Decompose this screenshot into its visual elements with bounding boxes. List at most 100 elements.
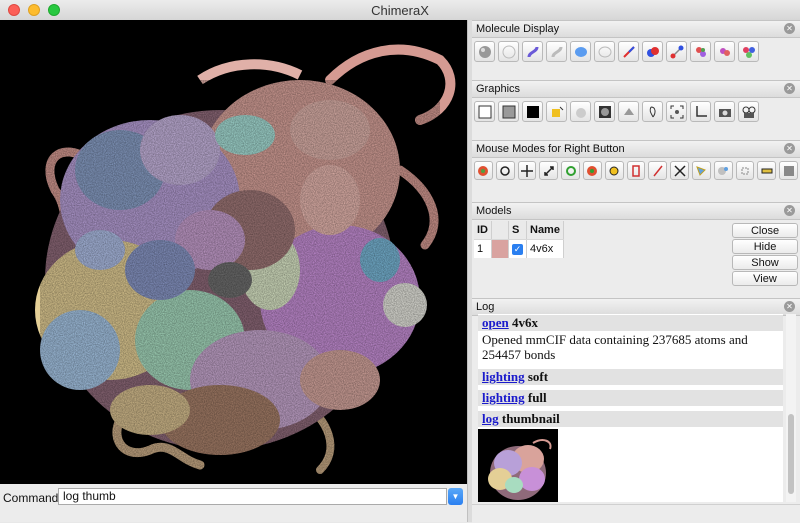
- snapshot-icon[interactable]: [714, 101, 735, 122]
- log-command-link[interactable]: open: [482, 315, 509, 330]
- log-command-link[interactable]: lighting: [482, 390, 525, 405]
- move-label-icon[interactable]: [670, 161, 689, 180]
- hide-surface-icon[interactable]: [594, 41, 615, 62]
- clip-icon[interactable]: [757, 161, 777, 180]
- tug-icon[interactable]: [713, 161, 733, 180]
- model-shown-checkbox[interactable]: ✓: [508, 239, 527, 258]
- hide-model-button[interactable]: Hide: [732, 239, 798, 254]
- pivot-icon[interactable]: [604, 161, 624, 180]
- models-panel: Models ✕ ID S Name 1 ✓ 4v6x Close Hide S…: [472, 202, 800, 298]
- soft-lighting-icon[interactable]: [570, 101, 591, 122]
- status-strip: [472, 504, 800, 523]
- panel-title: Graphics: [476, 83, 521, 95]
- rainbow-icon[interactable]: [738, 41, 759, 62]
- color-by-chain-icon[interactable]: [690, 41, 711, 62]
- panel-title: Molecule Display: [476, 23, 560, 35]
- panel-header: Graphics ✕: [472, 80, 800, 98]
- scrollbar-thumb[interactable]: [788, 414, 794, 494]
- atoms-icon[interactable]: [474, 41, 495, 62]
- table-header: ID S Name: [474, 221, 564, 240]
- color-by-polymer-icon[interactable]: [714, 41, 735, 62]
- panel-header: Mouse Modes for Right Button ✕: [472, 140, 800, 158]
- log-command-link[interactable]: log: [482, 411, 499, 426]
- model-color-swatch[interactable]: [491, 239, 509, 258]
- rotate-selected-icon[interactable]: [582, 161, 602, 180]
- close-icon[interactable]: ✕: [784, 23, 795, 34]
- graphics-viewer[interactable]: [0, 20, 467, 484]
- close-icon[interactable]: ✕: [784, 143, 795, 154]
- model-name: 4v6x: [526, 239, 564, 258]
- full-lighting-icon[interactable]: [594, 101, 615, 122]
- command-input[interactable]: log thumb: [58, 488, 447, 505]
- zone-icon[interactable]: [735, 161, 755, 180]
- title-bar: ChimeraX: [0, 0, 800, 21]
- zoom-icon[interactable]: [539, 161, 559, 180]
- window-title: ChimeraX: [371, 3, 429, 18]
- close-icon[interactable]: ✕: [784, 205, 795, 216]
- toolbar-graphics: [472, 98, 800, 122]
- log-command-arg: soft: [527, 369, 549, 384]
- distance-icon[interactable]: [626, 161, 646, 180]
- translate-selected-icon[interactable]: [561, 161, 580, 180]
- translate-icon[interactable]: [517, 161, 537, 180]
- log-command: open 4v6x: [478, 315, 783, 331]
- panel-title: Log: [476, 301, 495, 313]
- log-command: log thumbnail: [478, 411, 783, 427]
- panel-title: Mouse Modes for Right Button: [476, 143, 625, 155]
- select-icon[interactable]: [474, 161, 493, 180]
- panel-header: Models ✕: [472, 202, 800, 220]
- close-icon[interactable]: ✕: [784, 83, 795, 94]
- panel-title: Models: [476, 205, 512, 217]
- mouse-modes-panel: Mouse Modes for Right Button ✕: [472, 140, 800, 202]
- log-output: Opened mmCIF data containing 237685 atom…: [482, 332, 748, 362]
- surface-icon[interactable]: [570, 41, 591, 62]
- ribosome-model: [35, 44, 456, 480]
- model-id: 1: [474, 239, 492, 258]
- stick-icon[interactable]: [618, 41, 639, 62]
- hide-cartoon-icon[interactable]: [546, 41, 567, 62]
- show-model-button[interactable]: Show: [732, 255, 798, 270]
- log-scrollbar[interactable]: [786, 314, 796, 502]
- molecule-rendering: [35, 44, 456, 480]
- view-all-icon[interactable]: [666, 101, 687, 122]
- command-history-button[interactable]: ▼: [448, 488, 463, 505]
- log-command-arg: full: [527, 390, 547, 405]
- models-table: ID S Name 1 ✓ 4v6x: [474, 221, 564, 258]
- log-command-arg: thumbnail: [501, 411, 560, 426]
- swapaa-icon[interactable]: [691, 161, 711, 180]
- checkmark-icon: ✓: [512, 244, 523, 255]
- log-command-link[interactable]: lighting: [482, 369, 525, 384]
- toolbar-mouse-modes: [472, 158, 800, 180]
- log-command: lighting full: [478, 390, 783, 406]
- white-background-icon[interactable]: [474, 101, 495, 122]
- spin-movie-icon[interactable]: [738, 101, 759, 122]
- orient-icon[interactable]: [690, 101, 711, 122]
- panel-header: Molecule Display ✕: [472, 20, 800, 38]
- column-shown: S: [508, 221, 527, 240]
- ball-and-stick-icon[interactable]: [666, 41, 687, 62]
- rotate-icon[interactable]: [495, 161, 515, 180]
- silhouette-icon[interactable]: [642, 101, 663, 122]
- log-thumbnail-image: [478, 429, 558, 502]
- cartoon-icon[interactable]: [522, 41, 543, 62]
- chevron-down-icon: ▼: [451, 492, 460, 501]
- hide-atoms-icon[interactable]: [498, 41, 519, 62]
- log-command: lighting soft: [478, 369, 783, 385]
- command-label: Command:: [3, 491, 62, 505]
- column-color: [491, 221, 509, 240]
- map-icon[interactable]: [779, 161, 798, 180]
- table-row[interactable]: 1 ✓ 4v6x: [474, 239, 564, 258]
- toolbar-molecule-display: [472, 38, 800, 62]
- gray-background-icon[interactable]: [498, 101, 519, 122]
- view-model-button[interactable]: View: [732, 271, 798, 286]
- black-background-icon[interactable]: [522, 101, 543, 122]
- close-icon[interactable]: ✕: [784, 301, 795, 312]
- close-model-button[interactable]: Close: [732, 223, 798, 238]
- column-id: ID: [474, 221, 492, 240]
- flat-lighting-icon[interactable]: [618, 101, 639, 122]
- log-command-arg: 4v6x: [511, 315, 538, 330]
- command-bar: Command: log thumb ▼: [0, 484, 467, 522]
- simple-lighting-icon[interactable]: [546, 101, 567, 122]
- sphere-icon[interactable]: [642, 41, 663, 62]
- label-icon[interactable]: [648, 161, 668, 180]
